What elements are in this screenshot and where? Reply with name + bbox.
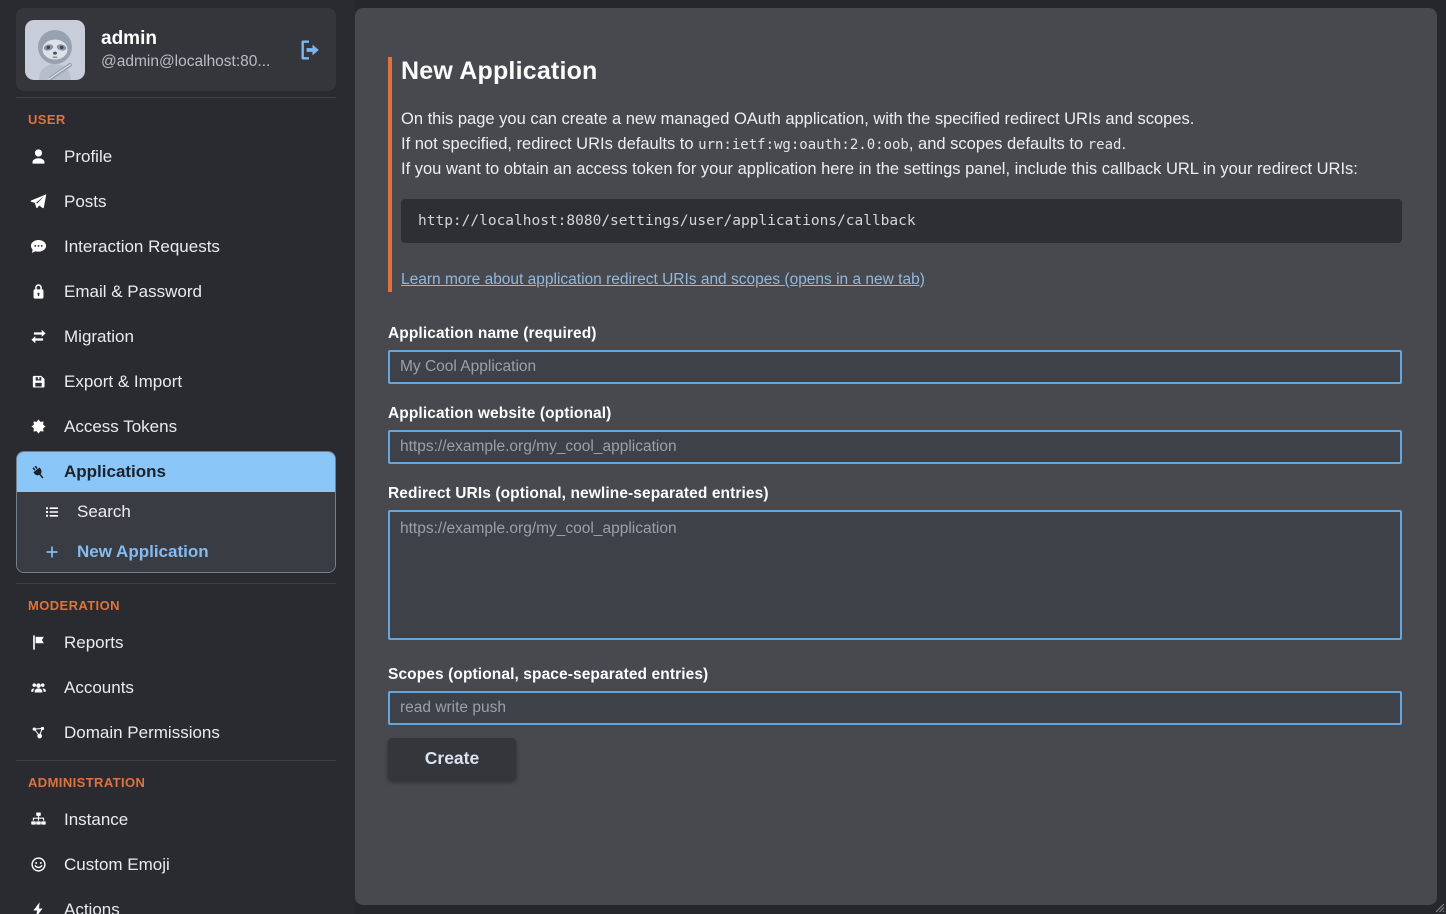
intro-block: New Application On this page you can cre… — [388, 57, 1402, 292]
intro-line-2: If not specified, redirect URIs defaults… — [401, 132, 1402, 158]
user-handle: @admin@localhost:80... — [101, 51, 290, 73]
sidebar-item-interaction-requests[interactable]: Interaction Requests — [16, 224, 336, 269]
plug-icon — [30, 464, 47, 481]
sidebar-item-actions[interactable]: Actions — [16, 887, 336, 914]
sidebar-item-label: Actions — [64, 900, 120, 914]
sidebar-item-domain-permissions[interactable]: Domain Permissions — [16, 710, 336, 755]
sitemap-icon — [30, 811, 47, 828]
window-resize-grip[interactable] — [1433, 901, 1445, 913]
application-name-label: Application name (required) — [388, 325, 1402, 343]
smile-icon — [30, 856, 47, 873]
username: admin — [101, 27, 290, 51]
logout-button[interactable] — [298, 38, 322, 62]
sidebar-item-email-password[interactable]: Email & Password — [16, 269, 336, 314]
paper-plane-icon — [30, 193, 47, 210]
circle-nodes-icon — [30, 724, 47, 741]
floppy-disk-icon — [30, 373, 47, 390]
sidebar-item-label: Reports — [64, 633, 124, 653]
sidebar-item-label: Interaction Requests — [64, 237, 220, 257]
sidebar-item-label: Accounts — [64, 678, 134, 698]
flag-icon — [30, 634, 47, 651]
sidebar-item-applications[interactable]: Applications — [17, 452, 335, 492]
page-title: New Application — [401, 57, 1402, 86]
sidebar-item-new-application[interactable]: New Application — [17, 532, 335, 572]
sidebar-item-accounts[interactable]: Accounts — [16, 665, 336, 710]
inline-code-oob: urn:ietf:wg:oauth:2.0:oob — [698, 137, 909, 153]
sidebar-item-label: New Application — [77, 542, 209, 562]
sidebar-item-profile[interactable]: Profile — [16, 134, 336, 179]
redirect-uris-field-group: Redirect URIs (optional, newline-separat… — [388, 485, 1402, 645]
inline-code-read: read — [1088, 137, 1122, 153]
application-name-field-group: Application name (required) — [388, 325, 1402, 384]
sidebar-item-label: Email & Password — [64, 282, 202, 302]
sidebar-item-label: Search — [77, 502, 131, 522]
scopes-input[interactable] — [388, 691, 1402, 725]
sidebar-item-search[interactable]: Search — [17, 492, 335, 532]
application-name-input[interactable] — [388, 350, 1402, 384]
list-icon — [44, 504, 60, 520]
user-icon — [30, 148, 47, 165]
intro-line-3: If you want to obtain an access token fo… — [401, 157, 1402, 182]
sidebar-item-label: Applications — [64, 462, 166, 482]
sidebar-section-administration: ADMINISTRATION Instance Custom Emoji Action… — [16, 760, 336, 914]
sidebar-item-label: Domain Permissions — [64, 723, 220, 743]
sidebar-item-migration[interactable]: Migration — [16, 314, 336, 359]
scopes-label: Scopes (optional, space-separated entrie… — [388, 666, 1402, 684]
intro-line-1: On this page you can create a new manage… — [401, 107, 1402, 132]
callback-url-code-block: http://localhost:8080/settings/user/appl… — [401, 199, 1402, 243]
sidebar-item-label: Migration — [64, 327, 134, 347]
sidebar-item-label: Posts — [64, 192, 107, 212]
lock-icon — [30, 283, 47, 300]
application-website-label: Application website (optional) — [388, 405, 1402, 423]
create-button[interactable]: Create — [388, 738, 516, 780]
settings-sidebar: admin @admin@localhost:80... USER Profile… — [0, 0, 355, 914]
sloth-avatar-image — [25, 20, 85, 80]
application-website-field-group: Application website (optional) — [388, 405, 1402, 464]
sidebar-item-access-tokens[interactable]: Access Tokens — [16, 404, 336, 449]
application-website-input[interactable] — [388, 430, 1402, 464]
sidebar-item-label: Export & Import — [64, 372, 182, 392]
new-application-form: Application name (required) Application … — [388, 325, 1402, 780]
user-card: admin @admin@localhost:80... — [16, 8, 336, 91]
sidebar-item-label: Instance — [64, 810, 128, 830]
sidebar-item-label: Access Tokens — [64, 417, 177, 437]
section-header-moderation: MODERATION — [16, 593, 336, 620]
sidebar-nav: USER Profile Posts Interaction Requests Emai… — [16, 97, 336, 914]
learn-more-link[interactable]: Learn more about application redirect UR… — [401, 271, 925, 289]
sidebar-item-reports[interactable]: Reports — [16, 620, 336, 665]
exchange-icon — [30, 328, 47, 345]
certificate-icon — [30, 418, 47, 435]
sidebar-item-instance[interactable]: Instance — [16, 797, 336, 842]
users-icon — [30, 679, 47, 696]
scopes-field-group: Scopes (optional, space-separated entrie… — [388, 666, 1402, 725]
sidebar-item-label: Custom Emoji — [64, 855, 170, 875]
section-header-administration: ADMINISTRATION — [16, 770, 336, 797]
sidebar-section-moderation: MODERATION Reports Accounts Domain Permissi… — [16, 583, 336, 755]
sidebar-section-user: USER Profile Posts Interaction Requests Emai… — [16, 97, 336, 573]
sidebar-item-custom-emoji[interactable]: Custom Emoji — [16, 842, 336, 887]
avatar — [25, 20, 85, 80]
intro-text: On this page you can create a new manage… — [401, 107, 1402, 182]
sidebar-item-export-import[interactable]: Export & Import — [16, 359, 336, 404]
section-header-user: USER — [16, 107, 336, 134]
bolt-icon — [30, 901, 47, 914]
sidebar-group-applications: Applications Search New Application — [16, 451, 336, 573]
sidebar-item-posts[interactable]: Posts — [16, 179, 336, 224]
sign-out-icon — [298, 38, 322, 62]
redirect-uris-textarea[interactable] — [388, 510, 1402, 640]
plus-icon — [44, 544, 60, 560]
redirect-uris-label: Redirect URIs (optional, newline-separat… — [388, 485, 1402, 503]
new-application-panel: New Application On this page you can cre… — [355, 8, 1437, 905]
sidebar-item-label: Profile — [64, 147, 112, 167]
comment-dots-icon — [30, 238, 47, 255]
